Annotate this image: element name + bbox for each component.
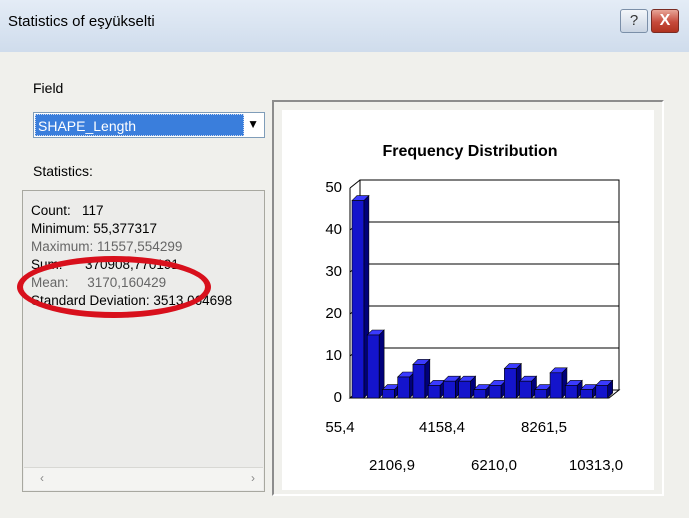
bar: [351, 194, 370, 399]
stat-count: Count: 117: [31, 203, 104, 218]
x-tick-label: 10313,0: [569, 457, 623, 474]
frequency-distribution-chart: Frequency Distribution 50 40 30 20 10 0 55,4 4…: [325, 143, 623, 474]
x-tick-label: 8261,5: [521, 419, 567, 436]
x-tick-label: 6210,0: [471, 457, 517, 474]
statistics-window: Statistics of eşyükselti ? X Field SHAPE…: [0, 0, 689, 518]
y-axis-labels: 50 40 30 20 10 0: [325, 179, 342, 406]
chevron-down-icon[interactable]: ▼: [247, 117, 259, 131]
y-tick-label: 40: [325, 221, 342, 238]
scroll-right-icon[interactable]: ›: [251, 471, 255, 485]
x-tick-label: 55,4: [325, 419, 354, 436]
y-tick-label: 20: [325, 305, 342, 322]
field-selected-value: SHAPE_Length: [35, 114, 244, 136]
title-bar: Statistics of eşyükselti ? X: [0, 0, 689, 52]
bar: [366, 329, 385, 399]
chart-panel: Frequency Distribution 50 40 30 20 10 0 55,4 4…: [272, 100, 664, 496]
y-tick-label: 10: [325, 347, 342, 364]
bar: [503, 362, 522, 399]
bar: [427, 379, 446, 399]
chart-back-wall: [359, 179, 620, 391]
y-tick-label: 0: [334, 389, 342, 406]
stat-maximum: Maximum: 11557,554299: [31, 239, 183, 254]
chart-grid: [348, 179, 621, 399]
x-tick-label: 4158,4: [419, 419, 465, 436]
chart-area: Frequency Distribution 50 40 30 20 10 0 55,4 4…: [282, 110, 654, 490]
bar: [518, 375, 538, 399]
x-axis-labels: 55,4 4158,4 8261,5 2106,9 6210,0 10313,0: [325, 419, 623, 474]
window-title: Statistics of eşyükselti: [8, 13, 155, 30]
bar: [595, 379, 614, 399]
bar: [396, 371, 416, 399]
close-button[interactable]: X: [651, 9, 679, 33]
bar: [564, 379, 583, 399]
bar: [442, 375, 462, 399]
chart-title: Frequency Distribution: [382, 143, 557, 160]
highlight-ellipse: [17, 256, 211, 318]
x-tick-label: 2106,9: [369, 457, 415, 474]
bar: [457, 375, 477, 399]
y-tick-label: 30: [325, 263, 342, 280]
scroll-left-icon[interactable]: ‹: [40, 471, 44, 485]
bar: [549, 367, 568, 399]
field-label: Field: [33, 80, 64, 96]
stat-minimum: Minimum: 55,377317: [31, 221, 158, 236]
statistics-panel: Count: 117 Minimum: 55,377317 Maximum: 1…: [22, 190, 265, 492]
statistics-label: Statistics:: [33, 163, 93, 179]
field-dropdown[interactable]: SHAPE_Length ▼: [33, 112, 265, 138]
help-button[interactable]: ?: [620, 9, 648, 33]
bar: [412, 358, 431, 399]
y-tick-label: 50: [325, 179, 342, 196]
gridline-diag: [349, 179, 361, 189]
bar: [488, 379, 507, 399]
horizontal-scrollbar[interactable]: ‹ ›: [24, 467, 263, 490]
